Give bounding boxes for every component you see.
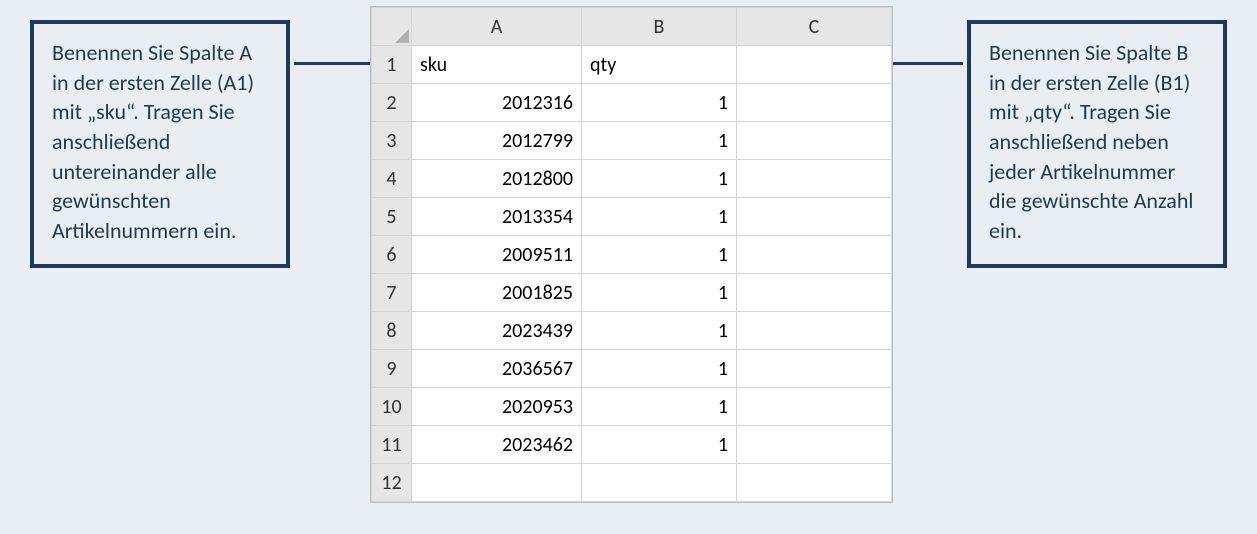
row-header[interactable]: 12 <box>372 464 412 502</box>
row-header[interactable]: 2 <box>372 84 412 122</box>
cell[interactable]: 2012799 <box>412 122 582 160</box>
cell[interactable] <box>737 236 892 274</box>
table-row: 10 2020953 1 <box>372 388 892 426</box>
cell[interactable] <box>737 350 892 388</box>
row-header[interactable]: 5 <box>372 198 412 236</box>
cell[interactable] <box>582 464 737 502</box>
cell[interactable]: 1 <box>582 274 737 312</box>
row-header[interactable]: 1 <box>372 46 412 84</box>
callout-right-text: Benennen Sie Spalte B in der ersten Zell… <box>989 39 1193 244</box>
cell[interactable]: 2001825 <box>412 274 582 312</box>
cell[interactable]: 1 <box>582 122 737 160</box>
column-header-b[interactable]: B <box>582 8 737 46</box>
row-header[interactable]: 4 <box>372 160 412 198</box>
row-header[interactable]: 7 <box>372 274 412 312</box>
cell-a1[interactable]: sku <box>412 46 582 84</box>
row-header[interactable]: 3 <box>372 122 412 160</box>
column-header-c[interactable]: C <box>737 8 892 46</box>
cell[interactable] <box>737 312 892 350</box>
cell[interactable] <box>412 464 582 502</box>
cell[interactable] <box>737 160 892 198</box>
cell[interactable]: 2023439 <box>412 312 582 350</box>
table-row: 9 2036567 1 <box>372 350 892 388</box>
cell[interactable]: 2013354 <box>412 198 582 236</box>
cell[interactable]: 2020953 <box>412 388 582 426</box>
row-header[interactable]: 9 <box>372 350 412 388</box>
cell[interactable]: 2012316 <box>412 84 582 122</box>
callout-left: Benennen Sie Spalte A in der ersten Zell… <box>30 20 290 268</box>
diagram-stage: Benennen Sie Spalte A in der ersten Zell… <box>0 0 1257 534</box>
cell[interactable]: 1 <box>582 426 737 464</box>
table-row: 6 2009511 1 <box>372 236 892 274</box>
cell[interactable]: 1 <box>582 388 737 426</box>
cell[interactable] <box>737 274 892 312</box>
table-row: 11 2023462 1 <box>372 426 892 464</box>
table-row: 7 2001825 1 <box>372 274 892 312</box>
table-row: 5 2013354 1 <box>372 198 892 236</box>
row-header[interactable]: 6 <box>372 236 412 274</box>
row-header[interactable]: 8 <box>372 312 412 350</box>
column-header-a[interactable]: A <box>412 8 582 46</box>
callout-right: Benennen Sie Spalte B in der ersten Zell… <box>967 20 1227 268</box>
cell[interactable]: 1 <box>582 350 737 388</box>
cell[interactable]: 2036567 <box>412 350 582 388</box>
table-row: 3 2012799 1 <box>372 122 892 160</box>
spreadsheet: A B C 1 sku qty 2 2012316 1 3 2012799 <box>370 6 893 503</box>
table-row: 8 2023439 1 <box>372 312 892 350</box>
cell[interactable] <box>737 388 892 426</box>
table-row: 1 sku qty <box>372 46 892 84</box>
cell[interactable]: 2023462 <box>412 426 582 464</box>
table-row: 2 2012316 1 <box>372 84 892 122</box>
row-header[interactable]: 10 <box>372 388 412 426</box>
cell[interactable]: 1 <box>582 198 737 236</box>
cell[interactable] <box>737 426 892 464</box>
row-header[interactable]: 11 <box>372 426 412 464</box>
select-all-corner[interactable] <box>372 8 412 46</box>
table-row: 12 <box>372 464 892 502</box>
callout-left-text: Benennen Sie Spalte A in der ersten Zell… <box>52 39 254 244</box>
select-all-triangle-icon <box>395 29 409 43</box>
cell[interactable] <box>737 84 892 122</box>
cell[interactable]: 1 <box>582 160 737 198</box>
spreadsheet-grid[interactable]: A B C 1 sku qty 2 2012316 1 3 2012799 <box>371 7 892 502</box>
cell[interactable] <box>737 464 892 502</box>
cell[interactable] <box>737 122 892 160</box>
cell[interactable] <box>737 198 892 236</box>
cell-c1[interactable] <box>737 46 892 84</box>
cell-b1[interactable]: qty <box>582 46 737 84</box>
cell[interactable]: 2009511 <box>412 236 582 274</box>
cell[interactable]: 2012800 <box>412 160 582 198</box>
cell[interactable]: 1 <box>582 312 737 350</box>
cell[interactable]: 1 <box>582 84 737 122</box>
cell[interactable]: 1 <box>582 236 737 274</box>
table-row: 4 2012800 1 <box>372 160 892 198</box>
